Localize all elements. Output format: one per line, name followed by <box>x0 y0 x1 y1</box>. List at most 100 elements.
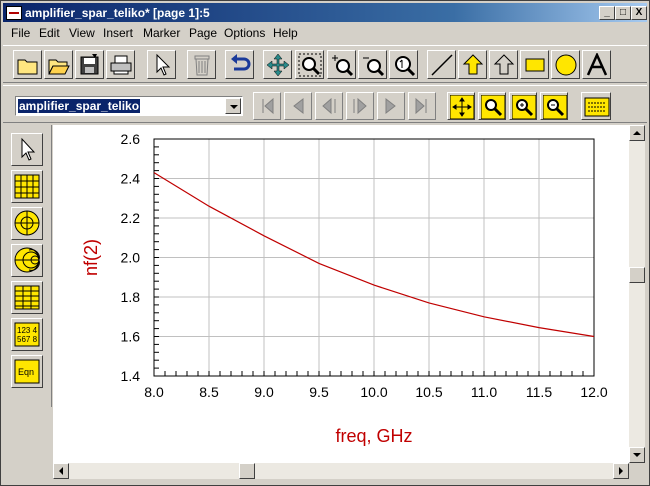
component-palette: 123 4 567 8 Eqn <box>5 125 52 407</box>
menu-view[interactable]: View <box>69 26 95 40</box>
app-icon[interactable] <box>6 6 22 20</box>
scroll-left-button[interactable] <box>53 463 69 479</box>
printer-icon <box>110 55 132 75</box>
chevron-right-icon <box>619 467 623 475</box>
palette-polar-plot-button[interactable] <box>11 207 43 240</box>
open-button[interactable] <box>44 50 73 79</box>
previous-page-button[interactable] <box>284 92 312 120</box>
menu-help[interactable]: Help <box>273 26 298 40</box>
zoom-one-button[interactable] <box>389 50 418 79</box>
page-selector[interactable]: amplifier_spar_teliko <box>15 96 243 116</box>
zoom-out-button[interactable] <box>358 50 387 79</box>
palette-list-button[interactable] <box>11 281 43 314</box>
zoom-view-button[interactable] <box>478 92 506 120</box>
polar-plot-icon <box>14 210 40 236</box>
move-button[interactable] <box>263 50 292 79</box>
palette-stack-button[interactable]: 123 4 567 8 <box>11 318 43 351</box>
trash-icon <box>194 55 210 76</box>
line-button[interactable] <box>427 50 456 79</box>
zoom-out-view-icon <box>543 95 567 119</box>
horizontal-scrollbar[interactable] <box>53 463 629 479</box>
menu-options[interactable]: Options <box>224 26 265 40</box>
y-tick-label: 2.0 <box>121 250 141 266</box>
previous-button[interactable] <box>315 92 343 120</box>
zoom-in-button[interactable] <box>327 50 356 79</box>
palette-equation-button[interactable]: Eqn <box>11 355 43 388</box>
scroll-down-button[interactable] <box>629 447 645 463</box>
resize-grip[interactable] <box>629 463 645 479</box>
rectangle-icon <box>525 58 545 72</box>
rectangle-button[interactable] <box>520 50 549 79</box>
x-tick-label: 11.0 <box>471 384 497 400</box>
stack-label-row2: 567 8 <box>17 335 38 344</box>
select-button[interactable] <box>147 50 176 79</box>
arrow-pointer-icon <box>21 137 36 161</box>
zoom-area-icon <box>298 53 322 77</box>
table-list-icon <box>14 285 40 310</box>
circle-button[interactable] <box>551 50 580 79</box>
next-button[interactable] <box>346 92 374 120</box>
menu-edit[interactable]: Edit <box>39 26 60 40</box>
view-all-icon <box>450 95 474 119</box>
minimize-button[interactable]: _ <box>599 6 615 20</box>
first-page-button[interactable] <box>253 92 281 120</box>
menu-marker[interactable]: Marker <box>143 26 180 40</box>
text-icon <box>586 53 608 76</box>
next-page-icon <box>385 97 396 115</box>
y-tick-label: 2.6 <box>121 131 141 147</box>
zoom-out-view-button[interactable] <box>540 92 568 120</box>
x-axis-title: freq, GHz <box>335 426 412 446</box>
last-page-button[interactable] <box>408 92 436 120</box>
title-bar[interactable]: amplifier_spar_teliko* [page 1]:5 _ □ X <box>3 3 647 22</box>
maximize-button[interactable]: □ <box>615 6 631 20</box>
save-button[interactable] <box>75 50 104 79</box>
close-button[interactable]: X <box>631 6 647 20</box>
stack-numbers-icon: 123 4567 8 <box>14 322 40 347</box>
app-window: amplifier_spar_teliko* [page 1]:5 _ □ X … <box>0 0 650 486</box>
scroll-right-button[interactable] <box>613 463 629 479</box>
vertical-scrollbar[interactable] <box>629 125 645 463</box>
window-title: amplifier_spar_teliko* [page 1]:5 <box>25 6 210 20</box>
move-arrows-icon <box>266 53 290 77</box>
y-tick-label: 2.4 <box>121 171 141 187</box>
chevron-down-icon[interactable] <box>225 98 241 114</box>
chevron-up-icon <box>633 131 641 135</box>
new-folder-button[interactable] <box>13 50 42 79</box>
page-toolbar: amplifier_spar_teliko <box>3 85 647 123</box>
polygon-button[interactable] <box>458 50 487 79</box>
menu-insert[interactable]: Insert <box>103 26 133 40</box>
palette-pointer-button[interactable] <box>11 133 43 166</box>
display-options-button[interactable] <box>581 92 611 120</box>
polyline-icon <box>493 54 515 75</box>
menu-page[interactable]: Page <box>189 26 217 40</box>
next-page-button[interactable] <box>377 92 405 120</box>
line-icon <box>431 54 453 76</box>
rectangular-plot[interactable]: 8.0 8.5 9.0 9.5 10.0 10.5 11.0 11.5 12.0 1.4 1.6 1.… <box>53 125 629 463</box>
vertical-scroll-thumb[interactable] <box>629 267 645 283</box>
polyline-button[interactable] <box>489 50 518 79</box>
text-button[interactable] <box>582 50 611 79</box>
folder-icon <box>17 59 38 75</box>
scroll-up-button[interactable] <box>629 125 645 141</box>
delete-button[interactable] <box>187 50 216 79</box>
save-icon <box>80 54 99 75</box>
x-tick-label: 9.5 <box>309 384 329 400</box>
last-page-icon <box>415 97 427 115</box>
y-tick-label: 2.2 <box>121 210 141 226</box>
x-tick-label: 12.0 <box>580 384 607 400</box>
zoom-area-button[interactable] <box>295 50 324 79</box>
plot-canvas[interactable]: 8.0 8.5 9.0 9.5 10.0 10.5 11.0 11.5 12.0 1.4 1.6 1.… <box>53 125 629 463</box>
palette-smith-chart-button[interactable] <box>11 244 43 277</box>
palette-rectangular-plot-button[interactable] <box>11 170 43 203</box>
first-page-icon <box>262 97 274 115</box>
menu-file[interactable]: File <box>11 26 30 40</box>
zoom-view-icon <box>481 95 505 119</box>
x-tick-label: 10.5 <box>415 384 442 400</box>
undo-button[interactable] <box>225 50 254 79</box>
print-button[interactable] <box>106 50 135 79</box>
zoom-in-view-button[interactable] <box>509 92 537 120</box>
page-selector-value: amplifier_spar_teliko <box>18 99 141 113</box>
horizontal-scroll-thumb[interactable] <box>239 463 255 479</box>
circle-icon <box>555 54 577 76</box>
view-all-button[interactable] <box>447 92 475 120</box>
